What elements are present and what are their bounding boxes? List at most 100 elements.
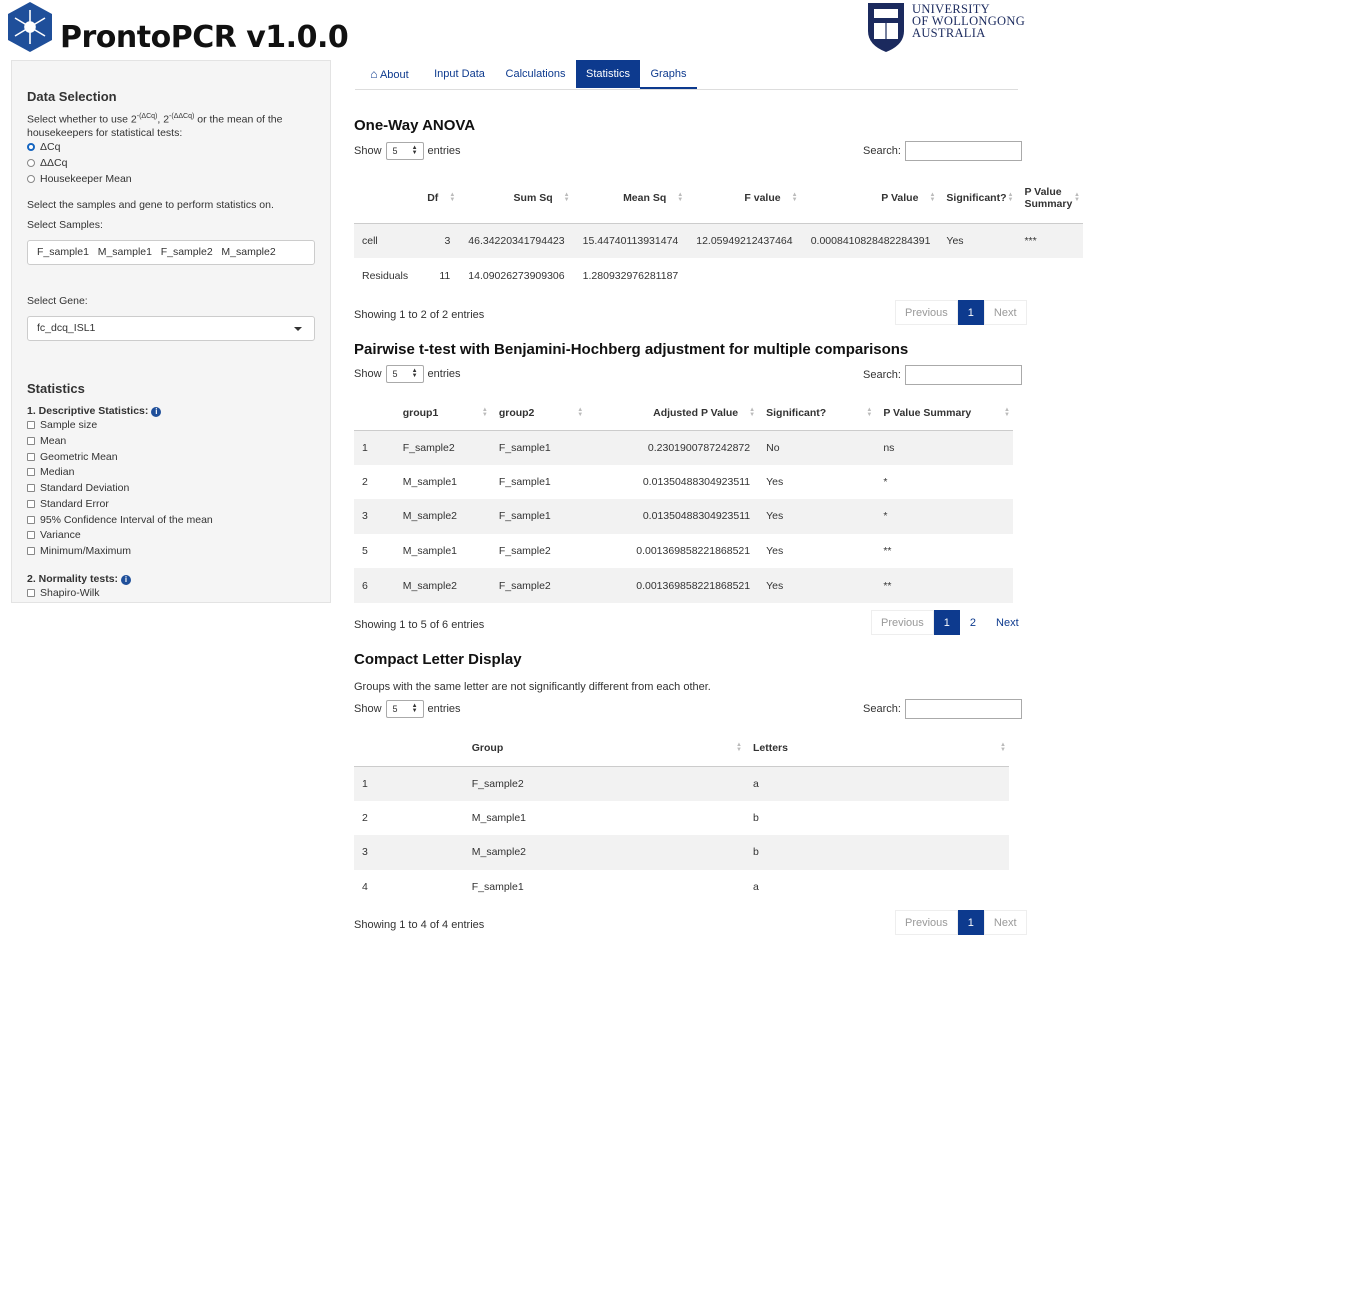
table-row: 1 F_sample2 a [354, 766, 1009, 801]
table-cell: 2 [362, 475, 368, 488]
table-cell: F_sample2 [498, 545, 551, 558]
previous-button[interactable]: Previous [871, 610, 934, 635]
column-header[interactable]: group2 ▲ ▼ [491, 396, 586, 430]
checkbox-option[interactable]: Mean [27, 434, 66, 448]
checkbox-option[interactable]: Shapiro-Wilk [27, 586, 100, 600]
checkbox-option[interactable]: Standard Error [27, 497, 109, 511]
table-header: group1 ▲ ▼ group2 ▲ ▼ Adjusted P Value ▲ ▼ Signif… [354, 396, 1013, 430]
samples-select-input[interactable]: F_sample1 M_sample1 F_sample2 M_sample2 [27, 240, 315, 265]
table-cell: ** [883, 579, 892, 592]
tab-statistics[interactable]: Statistics [576, 60, 640, 88]
checkbox[interactable] [27, 531, 35, 540]
tab-input-data[interactable]: Input Data [424, 60, 495, 88]
column-header-label: Significant? [766, 406, 827, 419]
tab-calculations[interactable]: Calculations [495, 60, 576, 88]
column-header[interactable]: Letters ▲ ▼ [745, 731, 1009, 766]
anova-pagination: Previous 1 Next [895, 300, 1027, 325]
column-header[interactable]: Df ▲ ▼ [417, 174, 459, 223]
page-button[interactable]: 1 [933, 610, 960, 635]
pairwise-length-control: Show 5 ▲ ▼ entries [354, 365, 461, 383]
page-button[interactable]: 1 [957, 910, 984, 935]
cld-search-input[interactable] [904, 699, 1022, 719]
checkbox-option[interactable]: 95% Confidence Interval of the mean [27, 513, 213, 527]
column-header-label: P Value [881, 192, 919, 205]
sort-icon: ▲ ▼ [563, 192, 570, 204]
checkbox[interactable] [27, 468, 35, 477]
column-header[interactable]: Adjusted P Value ▲ ▼ [586, 396, 758, 430]
info-icon[interactable]: i [121, 575, 132, 585]
page-button[interactable]: 1 [957, 300, 984, 325]
anova-search-input[interactable] [904, 141, 1022, 161]
radio-dcq[interactable]: ΔCq [27, 140, 60, 154]
chevron-down-icon [294, 327, 302, 331]
table-cell: 3 [444, 234, 451, 247]
cld-length-select[interactable]: 5 ▲ ▼ [385, 700, 424, 718]
table-body: cell 3 46.34220341794423 15.44740113931474 1… [354, 223, 1083, 293]
checkbox-option[interactable]: Geometric Mean [27, 450, 118, 464]
checkbox[interactable] [27, 515, 35, 524]
radio-label: Housekeeper Mean [40, 173, 132, 185]
column-header[interactable]: Group ▲ ▼ [464, 731, 745, 766]
radio-button[interactable] [27, 175, 35, 183]
checkbox[interactable] [27, 499, 35, 508]
column-header[interactable]: P Value ▲ ▼ [801, 174, 939, 223]
column-header[interactable]: Significant? ▲ ▼ [758, 396, 875, 430]
column-header[interactable]: F value ▲ ▼ [686, 174, 800, 223]
pairwise-pagination: Previous 1 2 Next [871, 610, 1029, 635]
radio-button[interactable] [27, 159, 35, 167]
column-header[interactable] [354, 396, 395, 430]
header-row: group1 ▲ ▼ group2 ▲ ▼ Adjusted P Value ▲ ▼ Signif… [354, 396, 1013, 430]
checkbox[interactable] [27, 452, 35, 461]
previous-button[interactable]: Previous [895, 300, 958, 325]
radio-ddcq[interactable]: ΔΔCq [27, 156, 67, 170]
checkbox-option[interactable]: Median [27, 465, 74, 479]
sort-icon: ▲ ▼ [1004, 406, 1010, 418]
checkbox-label: Variance [40, 529, 81, 542]
checkbox[interactable] [27, 589, 35, 597]
column-header[interactable]: Significant? ▲ ▼ [938, 174, 1016, 223]
checkbox[interactable] [27, 484, 35, 492]
table-cell: 11 [439, 269, 451, 282]
column-header-label: Mean Sq [623, 192, 667, 205]
checkbox[interactable] [27, 421, 35, 429]
anova-length-select[interactable]: 5 ▲ ▼ [385, 142, 424, 160]
tab-graphs[interactable]: Graphs [640, 60, 697, 89]
radio-housekeeper-mean[interactable]: Housekeeper Mean [27, 172, 132, 186]
table-cell: 0.0008410828482284391 [810, 234, 931, 247]
table-cell: 0.01350488304923511 [642, 475, 751, 488]
column-header[interactable]: group1 ▲ ▼ [395, 396, 491, 430]
info-icon[interactable]: i [151, 407, 162, 417]
checkbox-option[interactable]: Standard Deviation [27, 481, 129, 495]
checkbox-option[interactable]: Sample size [27, 418, 97, 432]
gene-select[interactable]: fc_dcq_ISL1 [27, 316, 315, 341]
next-button[interactable]: Next [983, 910, 1027, 935]
column-header[interactable]: Sum Sq ▲ ▼ [458, 174, 572, 223]
column-header[interactable] [354, 731, 464, 766]
table-cell: F_sample2 [498, 579, 551, 592]
column-header-label: Sum Sq [513, 192, 553, 205]
next-button[interactable]: Next [986, 610, 1029, 635]
university-crest [868, 3, 904, 52]
pairwise-search-input[interactable] [904, 365, 1022, 385]
table-cell: *** [1024, 234, 1037, 247]
column-header[interactable]: Mean Sq ▲ ▼ [573, 174, 687, 223]
table-cell: M_sample2 [402, 510, 458, 523]
table-cell: 46.34220341794423 [468, 234, 565, 247]
page-button[interactable]: 2 [960, 610, 986, 635]
column-header[interactable]: P Value Summary ▲ ▼ [875, 396, 1013, 430]
checkbox[interactable] [27, 436, 35, 445]
pairwise-length-select[interactable]: 5 ▲ ▼ [385, 365, 424, 383]
tab-about[interactable]: ⌂ About [355, 60, 424, 88]
column-header[interactable]: P Value Summary ▲ ▼ [1016, 174, 1083, 223]
checkbox[interactable] [27, 547, 35, 555]
table-cell: a [752, 777, 759, 790]
next-button[interactable]: Next [983, 300, 1027, 325]
previous-button[interactable]: Previous [895, 910, 958, 935]
checkbox-option[interactable]: Minimum/Maximum [27, 544, 131, 558]
checkbox-label: Median [40, 466, 75, 479]
entries-label: entries [427, 368, 461, 380]
table-cell: Residuals [362, 269, 409, 282]
checkbox-option[interactable]: Variance [27, 528, 81, 542]
column-header[interactable] [354, 174, 417, 223]
radio-button-checked[interactable] [27, 143, 35, 151]
